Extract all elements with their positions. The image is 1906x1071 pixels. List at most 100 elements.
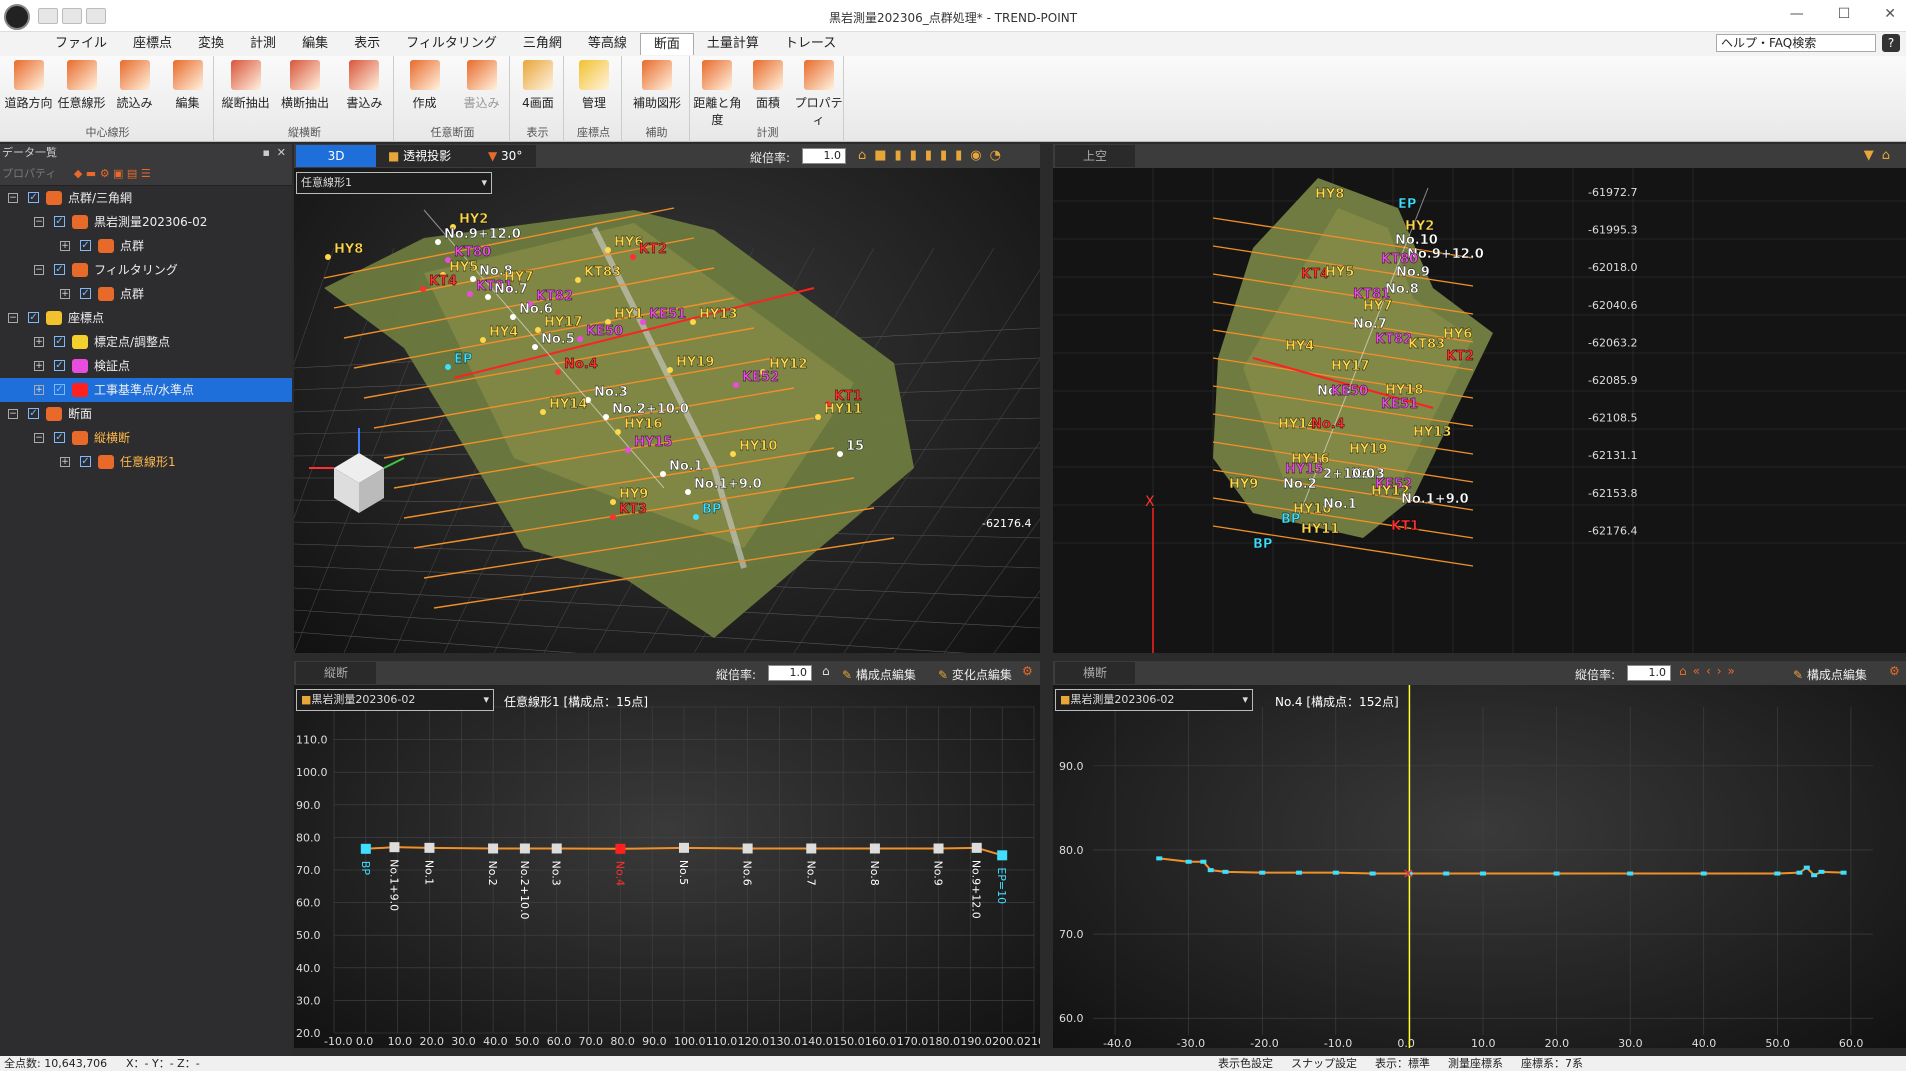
tree-item[interactable]: − ✓ 点群/三角網 (0, 186, 292, 210)
expand-icon[interactable]: + (34, 385, 44, 395)
expand-icon[interactable]: + (60, 289, 70, 299)
status-item[interactable]: 測量座標系 (1448, 1056, 1503, 1071)
expand-icon[interactable]: − (8, 313, 18, 323)
tree-item[interactable]: + ✓ 工事基準点/水準点 (0, 378, 292, 402)
expand-icon[interactable]: + (34, 337, 44, 347)
tree-item[interactable]: + ✓ 標定点/調整点 (0, 330, 292, 354)
ribbon-tool-0-3[interactable]: 編集 (161, 60, 214, 111)
visibility-checkbox[interactable]: ✓ (80, 240, 91, 251)
tree-item[interactable]: + ✓ 点群 (0, 282, 292, 306)
menu-item-3[interactable]: 計測 (237, 33, 289, 55)
tab-angle[interactable]: ▼ 30° (476, 145, 536, 167)
ribbon-tool-5-0[interactable]: 補助図形 (624, 60, 690, 111)
visibility-checkbox[interactable]: ✓ (54, 360, 65, 371)
visibility-checkbox[interactable]: ✓ (80, 456, 91, 467)
menu-item-7[interactable]: 三角網 (510, 33, 575, 55)
profile-home-icon[interactable]: ⌂ (822, 664, 830, 678)
ribbon-tool-0-1[interactable]: 任意線形 (55, 60, 108, 111)
view3d-scale-input[interactable]: 1.0 (802, 148, 846, 164)
minimize-icon[interactable]: — (1790, 6, 1804, 22)
visibility-checkbox[interactable]: ✓ (28, 192, 39, 203)
tree-item[interactable]: − ✓ 黒岩測量202306-02 (0, 210, 292, 234)
visibility-checkbox[interactable]: ✓ (54, 216, 65, 227)
cross-edit-button[interactable]: ✎ 構成点編集 (1793, 666, 1867, 683)
alignment-combo[interactable]: 任意線形1 (296, 172, 492, 194)
menu-item-6[interactable]: フィルタリング (393, 33, 510, 55)
tree-item[interactable]: − ✓ フィルタリング (0, 258, 292, 282)
menu-item-10[interactable]: 土量計算 (694, 33, 772, 55)
tab-profile[interactable]: 縦断 (296, 662, 376, 684)
property-button[interactable]: プロパティ (2, 167, 56, 180)
maximize-icon[interactable]: ☐ (1838, 6, 1851, 22)
cross-nav-icons[interactable]: ⌂«‹›» (1679, 664, 1741, 678)
menu-item-5[interactable]: 表示 (341, 33, 393, 55)
ribbon-tool-6-2[interactable]: プロパティ (793, 60, 844, 128)
tab-perspective[interactable]: ■ 透視投影 (376, 145, 476, 167)
expand-icon[interactable]: + (60, 241, 70, 251)
ribbon-tool-1-0[interactable]: 縦断抽出 (216, 60, 275, 111)
topview-scene[interactable]: X -61972.7 -61995.3 -62018.0 -62040.6 -62063.… (1053, 168, 1906, 653)
visibility-checkbox[interactable]: ✓ (54, 264, 65, 275)
tab-3d[interactable]: 3D (296, 145, 376, 167)
cross-scale-input[interactable]: 1.0 (1627, 665, 1671, 681)
menu-item-0[interactable]: ファイル (42, 33, 120, 55)
close-icon[interactable]: ✕ (1884, 6, 1896, 22)
ribbon-tool-2-1[interactable]: 書込み (453, 60, 510, 111)
profile-scale-input[interactable]: 1.0 (768, 665, 812, 681)
expand-icon[interactable]: + (34, 361, 44, 371)
status-item[interactable]: 表示：標準 (1375, 1056, 1430, 1071)
profile-change-button[interactable]: ✎ 変化点編集 (938, 666, 1012, 683)
view3d-scene[interactable]: HY8HY2No.9+12.0KT80HY6KT2HY5 No.8HY7KT4KT… (294, 168, 1040, 653)
ribbon-tool-1-1[interactable]: 横断抽出 (275, 60, 334, 111)
tree-item[interactable]: + ✓ 点群 (0, 234, 292, 258)
view3d-toolbar-icons[interactable]: ⌂■▮▮▮▮▮◉◔ (858, 148, 1009, 163)
visibility-checkbox[interactable]: ✓ (54, 432, 65, 443)
tree-item[interactable]: − ✓ 縦横断 (0, 426, 292, 450)
tree-item[interactable]: − ✓ 断面 (0, 402, 292, 426)
visibility-checkbox[interactable]: ✓ (54, 384, 65, 395)
ribbon-tool-6-1[interactable]: 面積 (743, 60, 794, 111)
menu-item-4[interactable]: 編集 (289, 33, 341, 55)
menu-item-11[interactable]: トレース (772, 33, 849, 55)
menu-item-8[interactable]: 等高線 (575, 33, 640, 55)
visibility-checkbox[interactable]: ✓ (28, 312, 39, 323)
expand-icon[interactable]: − (8, 409, 18, 419)
cross-data-combo[interactable]: ■黒岩測量202306-02 (1055, 689, 1253, 711)
expand-icon[interactable]: − (34, 265, 44, 275)
help-search-input[interactable]: ヘルプ・FAQ検索 (1716, 34, 1876, 52)
ribbon-tool-6-0[interactable]: 距離と角度 (692, 60, 743, 128)
profile-settings-icon[interactable]: ⚙ (1022, 664, 1033, 678)
ribbon-tool-0-2[interactable]: 読込み (108, 60, 161, 111)
profile-edit-button[interactable]: ✎ 構成点編集 (842, 666, 916, 683)
topview-canvas[interactable]: X -61972.7 -61995.3 -62018.0 -62040.6 -62063.… (1053, 168, 1906, 653)
tab-cross[interactable]: 横断 (1055, 662, 1135, 684)
close-panel-icon[interactable]: ✕ (277, 144, 286, 162)
cross-settings-icon[interactable]: ⚙ (1889, 664, 1900, 678)
profile-canvas[interactable]: 20.0 30.0 40.0 50.0 60.0 70.0 80.0 90.0 100.0 110… (294, 685, 1040, 1048)
help-icon[interactable]: ? (1882, 34, 1900, 52)
ribbon-tool-4-0[interactable]: 管理 (566, 60, 622, 111)
menu-item-9[interactable]: 断面 (639, 33, 694, 55)
expand-icon[interactable]: + (60, 457, 70, 467)
pin-icon[interactable]: ▪ (263, 144, 270, 162)
menu-item-2[interactable]: 変換 (185, 33, 237, 55)
topview-toolbar-icons[interactable]: ▼⌂ (1864, 148, 1898, 163)
ribbon-tool-3-0[interactable]: 4画面 (512, 60, 564, 111)
cross-chart[interactable]: 60.0 70.0 80.0 90.0 -40.0 -30.0 -20.0 -10.0 0.0 1… (1053, 685, 1906, 1048)
toolbar-icons[interactable]: ◆ ▬ ⚙ ▣ ▤ ☰ (74, 167, 151, 180)
visibility-checkbox[interactable]: ✓ (28, 408, 39, 419)
ribbon-tool-2-0[interactable]: 作成 (396, 60, 453, 111)
expand-icon[interactable]: − (8, 193, 18, 203)
profile-data-combo[interactable]: ■黒岩測量202306-02 (296, 689, 494, 711)
status-item[interactable]: スナップ設定 (1291, 1056, 1357, 1071)
tab-top[interactable]: 上空 (1055, 145, 1135, 167)
ribbon-tool-0-0[interactable]: 道路方向 (2, 60, 55, 111)
view3d-canvas[interactable]: HY8 HY2 No.9+12.0 KT80 HY6 KT2 HY5 No.8 HY7 KT4 KT… (294, 168, 1040, 653)
menu-item-1[interactable]: 座標点 (120, 33, 185, 55)
expand-icon[interactable]: − (34, 433, 44, 443)
visibility-checkbox[interactable]: ✓ (54, 336, 65, 347)
visibility-checkbox[interactable]: ✓ (80, 288, 91, 299)
expand-icon[interactable]: − (34, 217, 44, 227)
tree-item[interactable]: − ✓ 座標点 (0, 306, 292, 330)
ribbon-tool-1-2[interactable]: 書込み (335, 60, 394, 111)
